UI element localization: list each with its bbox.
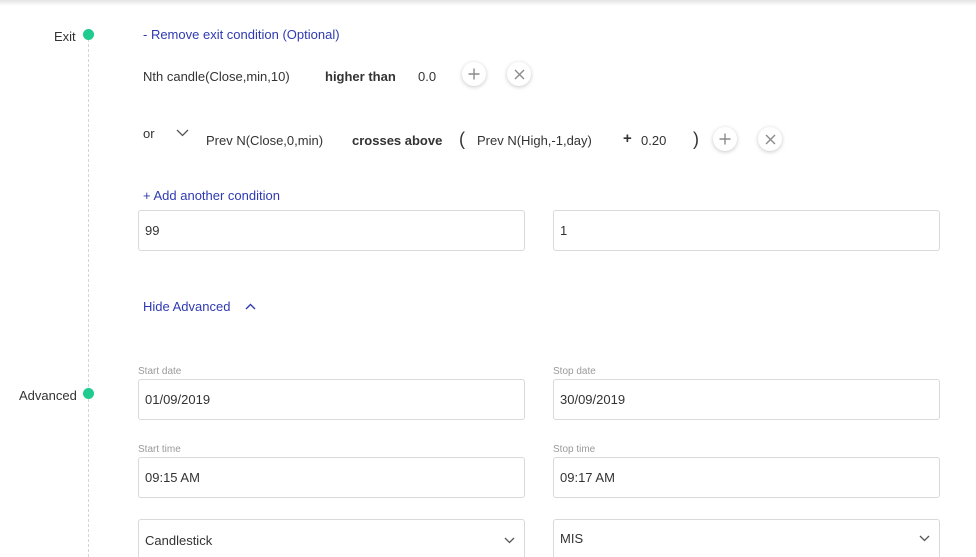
condition2-remove-button[interactable]: [758, 127, 782, 151]
condition2-add-button[interactable]: [713, 127, 737, 151]
close-icon: [765, 134, 775, 144]
product-type-value: MIS: [560, 531, 584, 546]
exit-left-field[interactable]: 99: [138, 210, 525, 251]
stop-time-field[interactable]: 09:17 AM: [553, 457, 940, 498]
exit-right-field[interactable]: 1: [553, 210, 940, 251]
add-another-condition-link[interactable]: + Add another condition: [143, 188, 280, 203]
condition1-right-operand[interactable]: 0.0: [418, 69, 436, 84]
exit-timeline-dot: [83, 29, 94, 40]
chart-type-value: Candlestick: [145, 532, 213, 548]
chart-type-select[interactable]: Candlestick: [138, 519, 525, 557]
plus-icon: [468, 68, 480, 80]
condition2-left-operand[interactable]: Prev N(Close,0,min): [206, 133, 323, 148]
joiner-chevron-down-icon[interactable]: [176, 129, 189, 137]
plus-icon: [719, 133, 731, 145]
condition2-offset-value[interactable]: 0.20: [641, 133, 666, 148]
condition1-add-button[interactable]: [462, 62, 486, 86]
close-paren: ): [693, 129, 699, 149]
start-time-label: Start time: [138, 444, 181, 455]
chevron-down-icon: [909, 531, 939, 542]
chevron-up-icon[interactable]: [245, 303, 256, 310]
stop-date-value: 30/09/2019: [560, 392, 626, 407]
exit-section-label: Exit: [54, 29, 76, 44]
advanced-timeline-dot: [83, 388, 94, 399]
exit-left-field-value: 99: [145, 223, 160, 238]
condition2-joiner[interactable]: or: [143, 126, 155, 141]
stop-date-field[interactable]: 30/09/2019: [553, 379, 940, 420]
chevron-down-icon: [494, 537, 524, 544]
remove-exit-condition-link[interactable]: - Remove exit condition (Optional): [143, 27, 340, 42]
start-date-label: Start date: [138, 366, 182, 377]
product-type-select[interactable]: MIS: [553, 519, 940, 557]
condition2-operator[interactable]: crosses above: [352, 133, 442, 148]
top-shadow: [0, 0, 976, 6]
stop-time-value: 09:17 AM: [560, 470, 615, 485]
exit-right-field-value: 1: [560, 223, 568, 238]
arithmetic-plus-sign[interactable]: +: [623, 130, 632, 147]
start-time-value: 09:15 AM: [145, 470, 200, 485]
close-icon: [514, 69, 524, 79]
start-date-value: 01/09/2019: [145, 392, 211, 407]
hide-advanced-link[interactable]: Hide Advanced: [143, 299, 230, 314]
open-paren: (: [459, 129, 465, 149]
advanced-section-label: Advanced: [19, 388, 77, 403]
condition2-right-operand[interactable]: Prev N(High,-1,day): [477, 133, 592, 148]
timeline-line: [88, 34, 89, 557]
stop-time-label: Stop time: [553, 444, 596, 455]
start-date-field[interactable]: 01/09/2019: [138, 379, 525, 420]
stop-date-label: Stop date: [553, 366, 596, 377]
condition1-remove-button[interactable]: [507, 62, 531, 86]
condition1-left-operand[interactable]: Nth candle(Close,min,10): [143, 69, 290, 84]
start-time-field[interactable]: 09:15 AM: [138, 457, 525, 498]
condition1-operator[interactable]: higher than: [325, 69, 396, 84]
